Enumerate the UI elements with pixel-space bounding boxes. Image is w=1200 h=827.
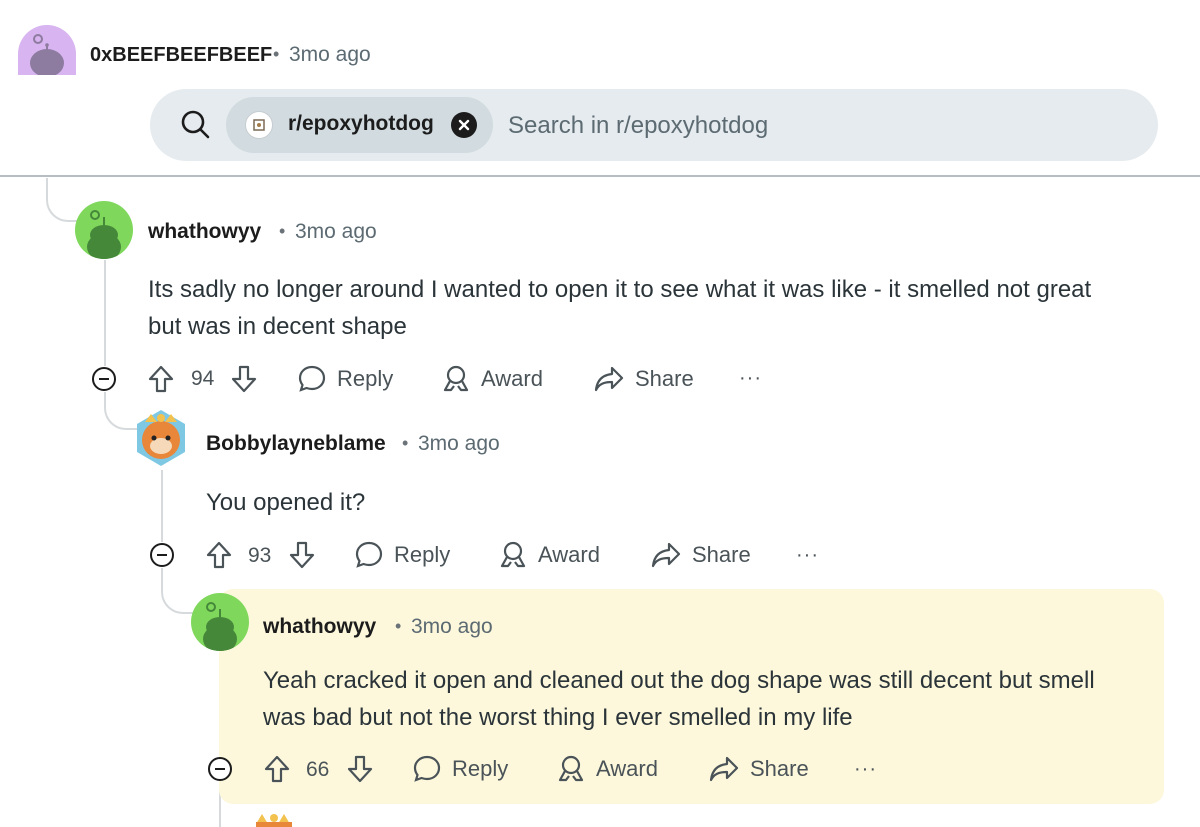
separator-dot: • (279, 221, 286, 241)
share-icon (594, 366, 624, 392)
avatar[interactable] (18, 25, 76, 75)
award-label: Award (596, 756, 658, 781)
separator-dot: • (273, 44, 280, 64)
award-button[interactable]: Award (498, 540, 600, 570)
downvote-icon[interactable] (288, 540, 316, 575)
subreddit-chip-label: r/epoxyhotdog (288, 112, 434, 135)
award-label: Award (481, 366, 543, 391)
thread-line (161, 470, 163, 542)
avatar[interactable] (75, 201, 133, 259)
share-label: Share (750, 756, 809, 781)
comment-icon (298, 365, 326, 392)
reply-label: Reply (337, 366, 394, 391)
comment-text-line: was bad but not the worst thing I ever s… (263, 704, 853, 731)
username[interactable]: whathowyy (263, 615, 376, 639)
separator-dot: • (402, 433, 409, 453)
subreddit-icon (245, 111, 273, 139)
share-button[interactable]: Share (708, 754, 809, 784)
timestamp: 3mo ago (418, 432, 500, 455)
comment-text-line: Yeah cracked it open and cleaned out the… (263, 667, 1095, 694)
vote-count: 94 (191, 367, 215, 390)
search-icon[interactable] (180, 109, 212, 146)
search-bar[interactable]: r/epoxyhotdog (150, 89, 1158, 161)
reply-button[interactable]: Reply (354, 540, 450, 570)
share-button[interactable]: Share (650, 540, 751, 570)
reply-button[interactable]: Reply (297, 364, 393, 394)
award-icon (500, 541, 526, 568)
timestamp: 3mo ago (411, 615, 493, 638)
vote-count: 66 (306, 758, 330, 781)
avatar[interactable] (191, 593, 249, 651)
username[interactable]: Bobbylayneblame (206, 432, 386, 456)
search-input[interactable] (506, 105, 1110, 147)
upvote-icon[interactable] (205, 540, 233, 575)
share-icon (651, 542, 681, 568)
share-icon (709, 756, 739, 782)
more-options-button[interactable]: ··· (796, 544, 819, 567)
subreddit-chip[interactable]: r/epoxyhotdog (226, 97, 493, 153)
username[interactable]: whathowyy (148, 220, 261, 244)
reply-label: Reply (452, 756, 509, 781)
upvote-icon[interactable] (147, 364, 175, 399)
collapse-thread-button[interactable] (92, 367, 116, 391)
more-options-button[interactable]: ··· (739, 367, 762, 390)
award-icon (443, 365, 469, 392)
avatar[interactable] (248, 808, 300, 827)
award-button[interactable]: Award (556, 754, 658, 784)
award-icon (558, 755, 584, 782)
award-button[interactable]: Award (441, 364, 543, 394)
reply-button[interactable]: Reply (412, 754, 508, 784)
share-button[interactable]: Share (593, 364, 694, 394)
more-options-button[interactable]: ··· (854, 758, 877, 781)
timestamp: 3mo ago (289, 43, 371, 66)
avatar[interactable] (133, 406, 189, 470)
comment-text-line: Its sadly no longer around I wanted to o… (148, 276, 1092, 303)
comment-text: Yeah cracked it open and cleaned out the… (263, 662, 1153, 736)
thread-line (46, 178, 80, 222)
share-label: Share (692, 542, 751, 567)
downvote-icon[interactable] (230, 364, 258, 399)
thread-line (104, 260, 106, 366)
comment-icon (413, 755, 441, 782)
timestamp: 3mo ago (295, 220, 377, 243)
thread-line (161, 568, 195, 614)
downvote-icon[interactable] (346, 754, 374, 789)
header-divider (0, 175, 1200, 177)
share-label: Share (635, 366, 694, 391)
username[interactable]: 0xBEEFBEEFBEEF (90, 44, 272, 67)
upvote-icon[interactable] (263, 754, 291, 789)
close-icon[interactable] (451, 112, 477, 138)
reply-label: Reply (394, 542, 451, 567)
comment-text-line: but was in decent shape (148, 313, 407, 340)
comment-icon (355, 541, 383, 568)
comment-text: You opened it? (206, 489, 366, 516)
vote-count: 93 (248, 544, 272, 567)
collapse-thread-button[interactable] (150, 543, 174, 567)
award-label: Award (538, 542, 600, 567)
collapse-thread-button[interactable] (208, 757, 232, 781)
comment-text: Its sadly no longer around I wanted to o… (148, 271, 1168, 345)
separator-dot: • (395, 616, 402, 636)
